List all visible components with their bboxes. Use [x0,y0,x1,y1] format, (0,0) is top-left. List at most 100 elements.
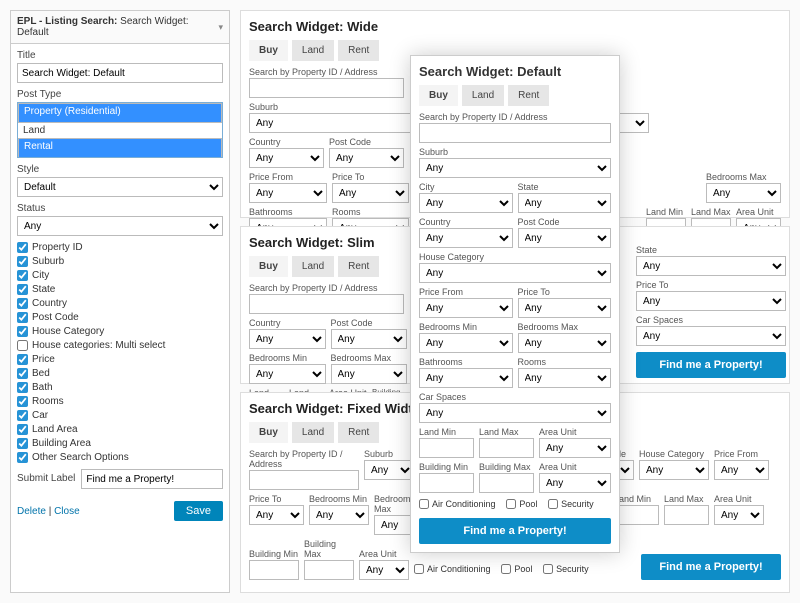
fixed-build-min[interactable] [249,560,299,580]
fixed-build-max[interactable] [304,560,354,580]
fixed-house-cat[interactable]: Any [639,460,709,480]
slim-tab-rent[interactable]: Rent [338,256,379,277]
fixed-search[interactable] [249,470,359,490]
def-area2[interactable]: Any [539,473,611,493]
panel-default-title: Search Widget: Default [419,64,611,79]
panel-wide-title: Search Widget: Wide [249,19,781,34]
def-air[interactable] [419,499,429,509]
fixed-find-btn[interactable]: Find me a Property! [641,554,781,580]
post-type-multiselect[interactable]: Property (Residential) Land Rental [17,102,223,158]
def-price-from[interactable]: Any [419,298,513,318]
def-tab-buy[interactable]: Buy [419,85,458,106]
slimr-state[interactable]: Any [636,256,786,276]
def-land-min[interactable] [419,438,474,458]
post-type-label: Post Type [17,89,223,100]
fixed-land-max[interactable] [664,505,709,525]
wide-bed-max[interactable]: Any [706,183,781,203]
slim-search-input[interactable] [249,294,404,314]
slimr-price-to[interactable]: Any [636,291,786,311]
slimr-car[interactable]: Any [636,326,786,346]
wide-price-from[interactable]: Any [249,183,327,203]
chevron-down-icon[interactable]: ▾ [218,22,223,33]
slim-bed-max[interactable]: Any [331,364,408,384]
def-bed-min[interactable]: Any [419,333,513,353]
title-label: Title [17,50,223,61]
fixed-tab-land[interactable]: Land [292,422,334,443]
def-build-min[interactable] [419,473,474,493]
def-price-to[interactable]: Any [518,298,612,318]
def-area[interactable]: Any [539,438,611,458]
def-tab-land[interactable]: Land [462,85,504,106]
fixed-security[interactable] [543,564,553,574]
fixed-price-from[interactable]: Any [714,460,769,480]
fixed-area2[interactable]: Any [359,560,409,580]
def-city[interactable]: Any [419,193,513,213]
def-postcode[interactable]: Any [518,228,612,248]
def-bath[interactable]: Any [419,368,513,388]
fixed-pool[interactable] [501,564,511,574]
fixed-tab-buy[interactable]: Buy [249,422,288,443]
def-state[interactable]: Any [518,193,612,213]
slim-bed-min[interactable]: Any [249,364,326,384]
status-select[interactable]: Any [17,216,223,236]
wide-country[interactable]: Any [249,148,324,168]
slim-country[interactable]: Any [249,329,326,349]
def-search[interactable] [419,123,611,143]
def-find-btn[interactable]: Find me a Property! [419,518,611,544]
status-label: Status [17,203,223,214]
chk-other[interactable] [17,452,28,463]
def-house-cat[interactable]: Any [419,263,611,283]
style-label: Style [17,164,223,175]
fixed-price-to[interactable]: Any [249,505,304,525]
close-link[interactable]: Close [54,506,80,517]
slim-tab-buy[interactable]: Buy [249,256,288,277]
def-suburb[interactable]: Any [419,158,611,178]
wide-price-to[interactable]: Any [332,183,409,203]
fixed-land-min[interactable] [614,505,659,525]
chk-state[interactable] [17,284,28,295]
fixed-tab-rent[interactable]: Rent [338,422,379,443]
chk-house-cat-multi[interactable] [17,340,28,351]
chk-bath[interactable] [17,382,28,393]
fixed-suburb[interactable]: Any [364,460,414,480]
tab-buy[interactable]: Buy [249,40,288,61]
chk-car[interactable] [17,410,28,421]
tab-land[interactable]: Land [292,40,334,61]
chk-property-id[interactable] [17,242,28,253]
chk-bed[interactable] [17,368,28,379]
chk-price[interactable] [17,354,28,365]
wide-search-input[interactable] [249,78,404,98]
chk-postcode[interactable] [17,312,28,323]
chk-house-cat[interactable] [17,326,28,337]
chk-building[interactable] [17,438,28,449]
def-car[interactable]: Any [419,403,611,423]
def-build-max[interactable] [479,473,534,493]
def-security[interactable] [548,499,558,509]
slimr-find-btn[interactable]: Find me a Property! [636,352,786,378]
title-input[interactable] [17,63,223,83]
def-rooms[interactable]: Any [518,368,612,388]
chk-suburb[interactable] [17,256,28,267]
def-land-max[interactable] [479,438,534,458]
def-tab-rent[interactable]: Rent [508,85,549,106]
def-pool[interactable] [506,499,516,509]
fixed-air[interactable] [414,564,424,574]
chk-land[interactable] [17,424,28,435]
style-select[interactable]: Default [17,177,223,197]
fixed-bed-min[interactable]: Any [309,505,369,525]
delete-link[interactable]: Delete [17,506,46,517]
chk-country[interactable] [17,298,28,309]
wide-postcode[interactable]: Any [329,148,404,168]
fixed-area[interactable]: Any [714,505,764,525]
def-country[interactable]: Any [419,228,513,248]
def-bed-max[interactable]: Any [518,333,612,353]
slim-postcode[interactable]: Any [331,329,408,349]
slim-tab-land[interactable]: Land [292,256,334,277]
widget-header: EPL - Listing Search: Search Widget: Def… [11,11,229,44]
chk-city[interactable] [17,270,28,281]
tab-rent[interactable]: Rent [338,40,379,61]
submit-label-input[interactable] [81,469,223,489]
panel-slim-right: StateAny Price ToAny Car SpacesAny Find … [636,245,786,378]
save-button[interactable]: Save [174,501,223,521]
chk-rooms[interactable] [17,396,28,407]
